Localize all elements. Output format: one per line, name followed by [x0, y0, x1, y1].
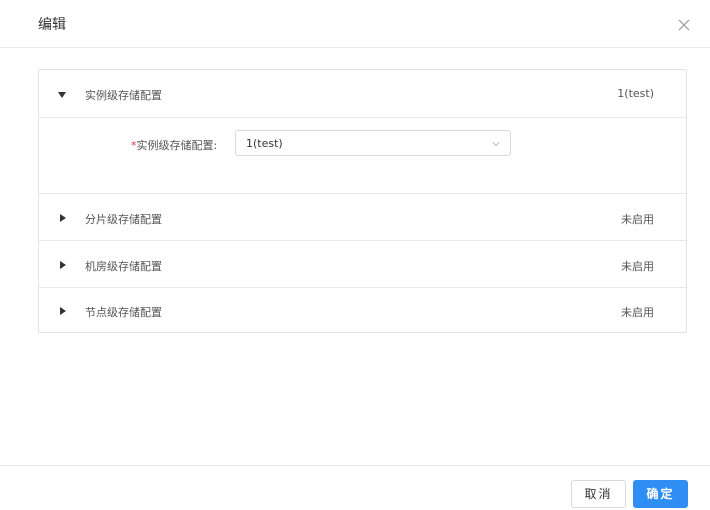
cancel-button[interactable]: 取消: [571, 480, 626, 508]
section-label: 节点级存储配置: [85, 306, 162, 319]
caret-right-icon: [60, 214, 66, 222]
instance-storage-select[interactable]: 1(test): [235, 130, 511, 156]
form-label: *实例级存储配置:: [131, 137, 217, 153]
edit-dialog: 编辑 实例级存储配置 1(test) *实例级存储配置: 1(test) 分片级…: [0, 0, 710, 510]
section-value: 未启用: [621, 306, 654, 319]
close-icon[interactable]: [677, 18, 691, 32]
chevron-down-icon: [492, 142, 500, 147]
caret-right-icon: [60, 307, 66, 315]
section-header-node[interactable]: 节点级存储配置 未启用: [39, 287, 686, 334]
confirm-button[interactable]: 确定: [633, 480, 688, 508]
section-label: 机房级存储配置: [85, 260, 162, 273]
section-label: 分片级存储配置: [85, 213, 162, 226]
section-value: 未启用: [621, 213, 654, 226]
dialog-header: 编辑: [0, 0, 710, 48]
storage-config-collapse: 实例级存储配置 1(test) *实例级存储配置: 1(test) 分片级存储配…: [38, 69, 687, 333]
section-header-shard[interactable]: 分片级存储配置 未启用: [39, 194, 686, 241]
section-value: 未启用: [621, 260, 654, 273]
section-value: 1(test): [617, 87, 654, 100]
footer-divider: [0, 465, 710, 466]
caret-down-icon: [58, 92, 66, 98]
section-label: 实例级存储配置: [85, 89, 162, 102]
form-label-text: 实例级存储配置:: [136, 139, 218, 152]
section-header-datacenter[interactable]: 机房级存储配置 未启用: [39, 241, 686, 288]
select-value: 1(test): [246, 137, 283, 150]
caret-right-icon: [60, 261, 66, 269]
section-content-instance: *实例级存储配置: 1(test): [39, 117, 686, 193]
dialog-title: 编辑: [38, 17, 66, 33]
section-header-instance[interactable]: 实例级存储配置 1(test): [39, 70, 686, 117]
